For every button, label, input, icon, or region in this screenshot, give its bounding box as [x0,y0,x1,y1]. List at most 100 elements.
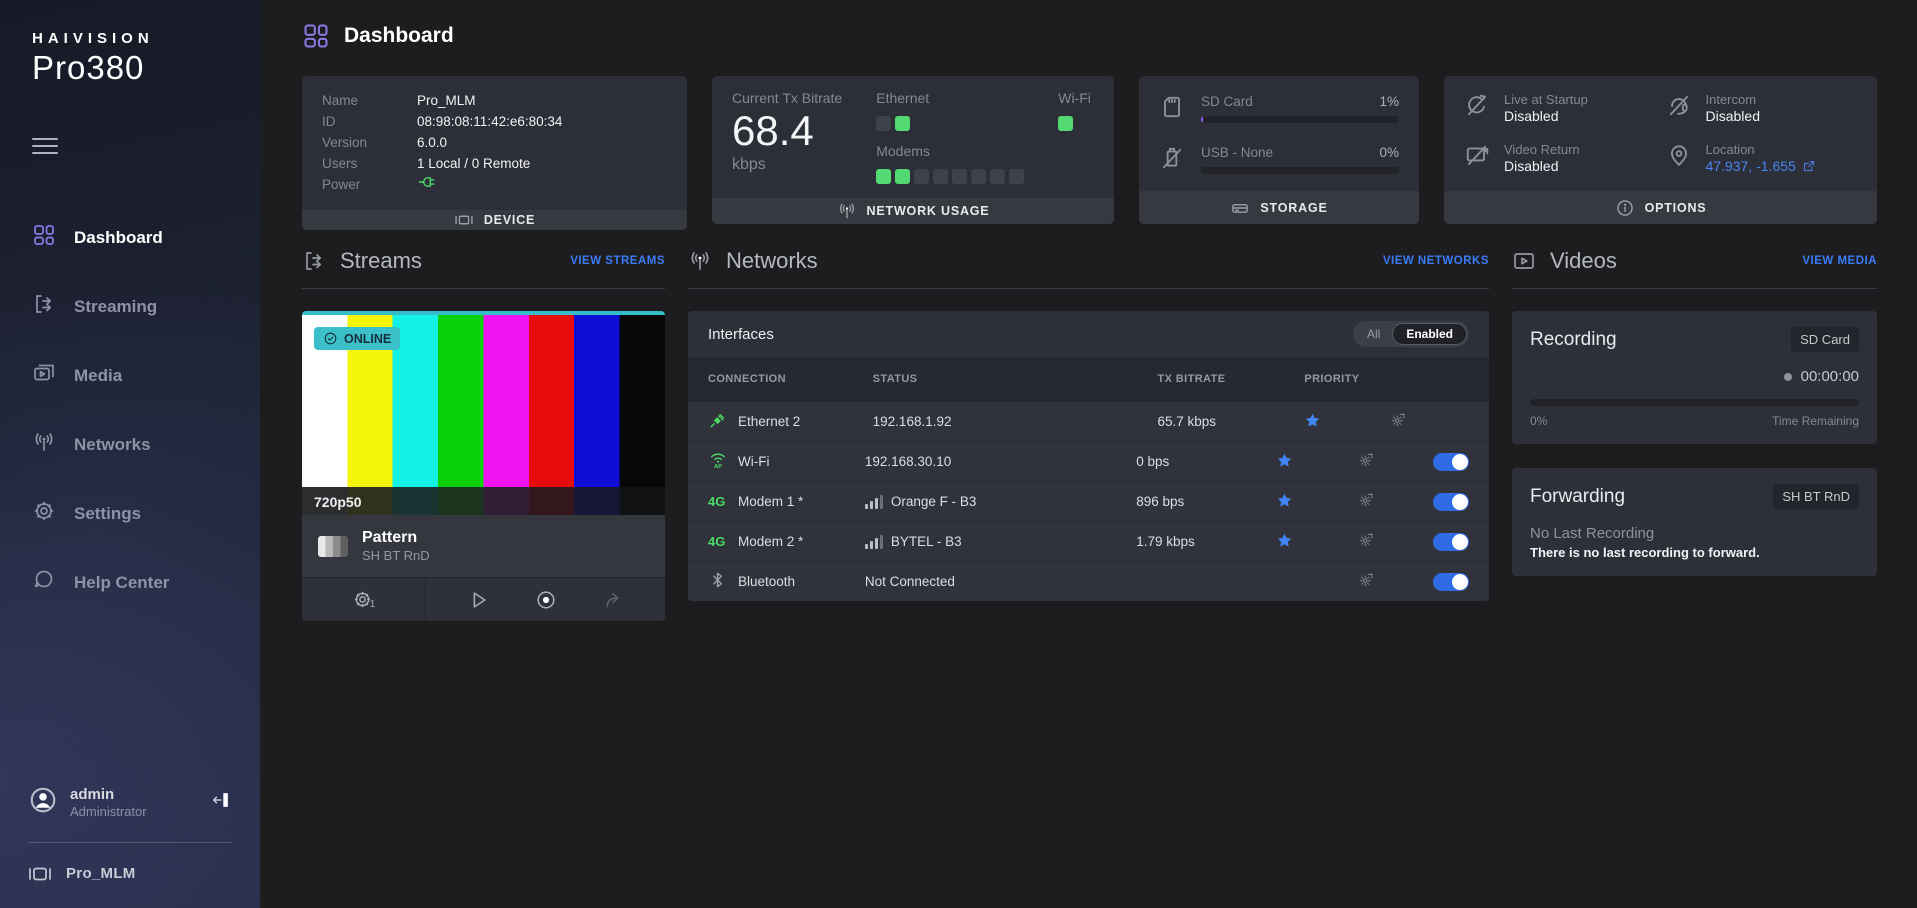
priority-star-icon[interactable] [1304,412,1321,432]
sidebar-device[interactable]: Pro_MLM [0,865,260,882]
priority-star-icon[interactable] [1276,492,1293,512]
stream-card[interactable]: ONLINE 720p50 Pattern SH BT RnD 1 [302,311,665,621]
svg-text:AP: AP [714,464,722,470]
power-plug-icon [417,174,437,196]
video-return-value: Disabled [1504,158,1580,174]
device-icon [454,210,474,230]
interface-enable-toggle[interactable] [1433,493,1469,511]
col-tx-bitrate: TX BITRATE [1157,373,1304,385]
device-id-value: 08:98:08:11:42:e6:80:34 [417,111,562,132]
recording-target-badge: SD Card [1791,327,1859,352]
intercom-disabled-icon [1666,92,1692,118]
forward-button[interactable] [603,589,625,611]
modems-status-squares [876,169,1024,184]
bitrate-unit: kbps [732,156,842,174]
interface-settings-icon[interactable] [1357,571,1375,592]
video-return-label: Video Return [1504,142,1580,157]
interface-row-modem2[interactable]: 4G Modem 2 * BYTEL - B3 1.79 kbps [688,521,1489,561]
4g-icon: 4G [708,494,728,509]
location-pin-icon [1666,142,1692,168]
interface-enable-toggle[interactable] [1433,533,1469,551]
networks-section: Networks VIEW NETWORKS Interfaces All En… [688,248,1489,621]
interfaces-table-header: CONNECTION STATUS TX BITRATE PRIORITY [688,357,1489,401]
play-button[interactable] [467,589,489,611]
usb-none-icon [1159,145,1185,176]
interface-row-ethernet2[interactable]: Ethernet 2 192.168.1.92 65.7 kbps [688,401,1489,441]
streams-icon [302,249,326,273]
stream-settings-button[interactable]: 1 [302,578,426,621]
stream-thumbnail[interactable]: ONLINE 720p50 [302,311,665,515]
sidebar-item-help-center[interactable]: Help Center [0,548,260,617]
logout-icon[interactable] [210,789,232,816]
priority-star-icon[interactable] [1276,452,1293,472]
network-usage-footer-button[interactable]: NETWORK USAGE [712,198,1114,224]
device-card: NamePro_MLM ID08:98:08:11:42:e6:80:34 Ve… [302,76,687,224]
sidebar-item-label: Networks [74,435,151,455]
priority-star-icon[interactable] [1276,532,1293,552]
storage-drive-icon [1230,198,1250,218]
sidebar-item-networks[interactable]: Networks [0,410,260,479]
storage-footer-button[interactable]: STORAGE [1139,191,1419,224]
interface-settings-icon[interactable] [1389,411,1407,432]
user-role: Administrator [70,804,198,819]
interface-settings-icon[interactable] [1357,451,1375,472]
recording-timer: 00:00:00 [1801,368,1859,385]
device-power-label: Power [322,174,417,196]
user-name: admin [70,786,198,803]
interfaces-filter-toggle[interactable]: All Enabled [1353,321,1469,347]
signal-bars-icon [865,535,883,549]
device-id-label: ID [322,111,417,132]
interface-row-modem1[interactable]: 4G Modem 1 * Orange F - B3 896 bps [688,481,1489,521]
live-at-startup-option: Live at Startup Disabled [1464,92,1656,124]
location-label: Location [1706,142,1816,157]
interface-row-bluetooth[interactable]: Bluetooth Not Connected [688,561,1489,601]
location-option: Location 47.937, -1.655 [1666,142,1858,174]
wifi-ap-icon: AP [708,450,728,473]
ethernet-icon [708,410,728,433]
sidebar-item-settings[interactable]: Settings [0,479,260,548]
usb-percent: 0% [1379,145,1399,160]
sidebar-item-dashboard[interactable]: Dashboard [0,203,260,272]
videos-title: Videos [1550,248,1802,274]
sidebar-device-name: Pro_MLM [66,865,136,882]
wifi-status-squares [1058,116,1091,131]
intercom-label: Intercom [1706,92,1760,107]
sidebar-item-label: Help Center [74,573,169,593]
col-status: STATUS [873,373,1158,385]
interface-enable-toggle[interactable] [1433,453,1469,471]
sidebar-item-streaming[interactable]: Streaming [0,272,260,341]
view-media-link[interactable]: VIEW MEDIA [1802,255,1877,267]
view-networks-link[interactable]: VIEW NETWORKS [1383,255,1489,267]
interface-settings-icon[interactable] [1357,491,1375,512]
options-footer-button[interactable]: OPTIONS [1444,191,1877,224]
external-link-icon [1802,159,1816,173]
interface-enable-toggle[interactable] [1433,573,1469,591]
sidebar-item-label: Dashboard [74,228,163,248]
interface-settings-icon[interactable] [1357,531,1375,552]
avatar-icon [28,785,58,820]
live-startup-value: Disabled [1504,108,1588,124]
ethernet-status-squares [876,116,1024,131]
brand-model: Pro380 [32,49,228,87]
modems-label: Modems [876,143,1024,159]
record-button[interactable] [535,589,557,611]
menu-toggle-icon[interactable] [32,133,58,159]
stream-status-badge: ONLINE [314,327,400,350]
interface-row-wifi[interactable]: AP Wi-Fi 192.168.30.10 0 bps [688,441,1489,481]
sidebar-item-media[interactable]: Media [0,341,260,410]
bitrate-value: 68.4 [732,108,842,154]
device-version-value: 6.0.0 [417,132,447,153]
location-link[interactable]: 47.937, -1.655 [1706,158,1816,174]
brand-logo: HAIVISION Pro380 [0,30,260,87]
network-usage-footer-label: NETWORK USAGE [867,204,990,218]
bitrate-label: Current Tx Bitrate [732,90,842,106]
brand-name: HAIVISION [32,30,228,47]
view-streams-link[interactable]: VIEW STREAMS [570,255,665,267]
interfaces-title: Interfaces [708,326,774,343]
intercom-value: Disabled [1706,108,1760,124]
device-footer-button[interactable]: DEVICE [302,210,687,230]
filter-enabled[interactable]: Enabled [1392,323,1467,345]
networks-antenna-icon [32,430,56,459]
stream-info: Pattern SH BT RnD [302,515,665,577]
filter-all[interactable]: All [1355,323,1392,345]
